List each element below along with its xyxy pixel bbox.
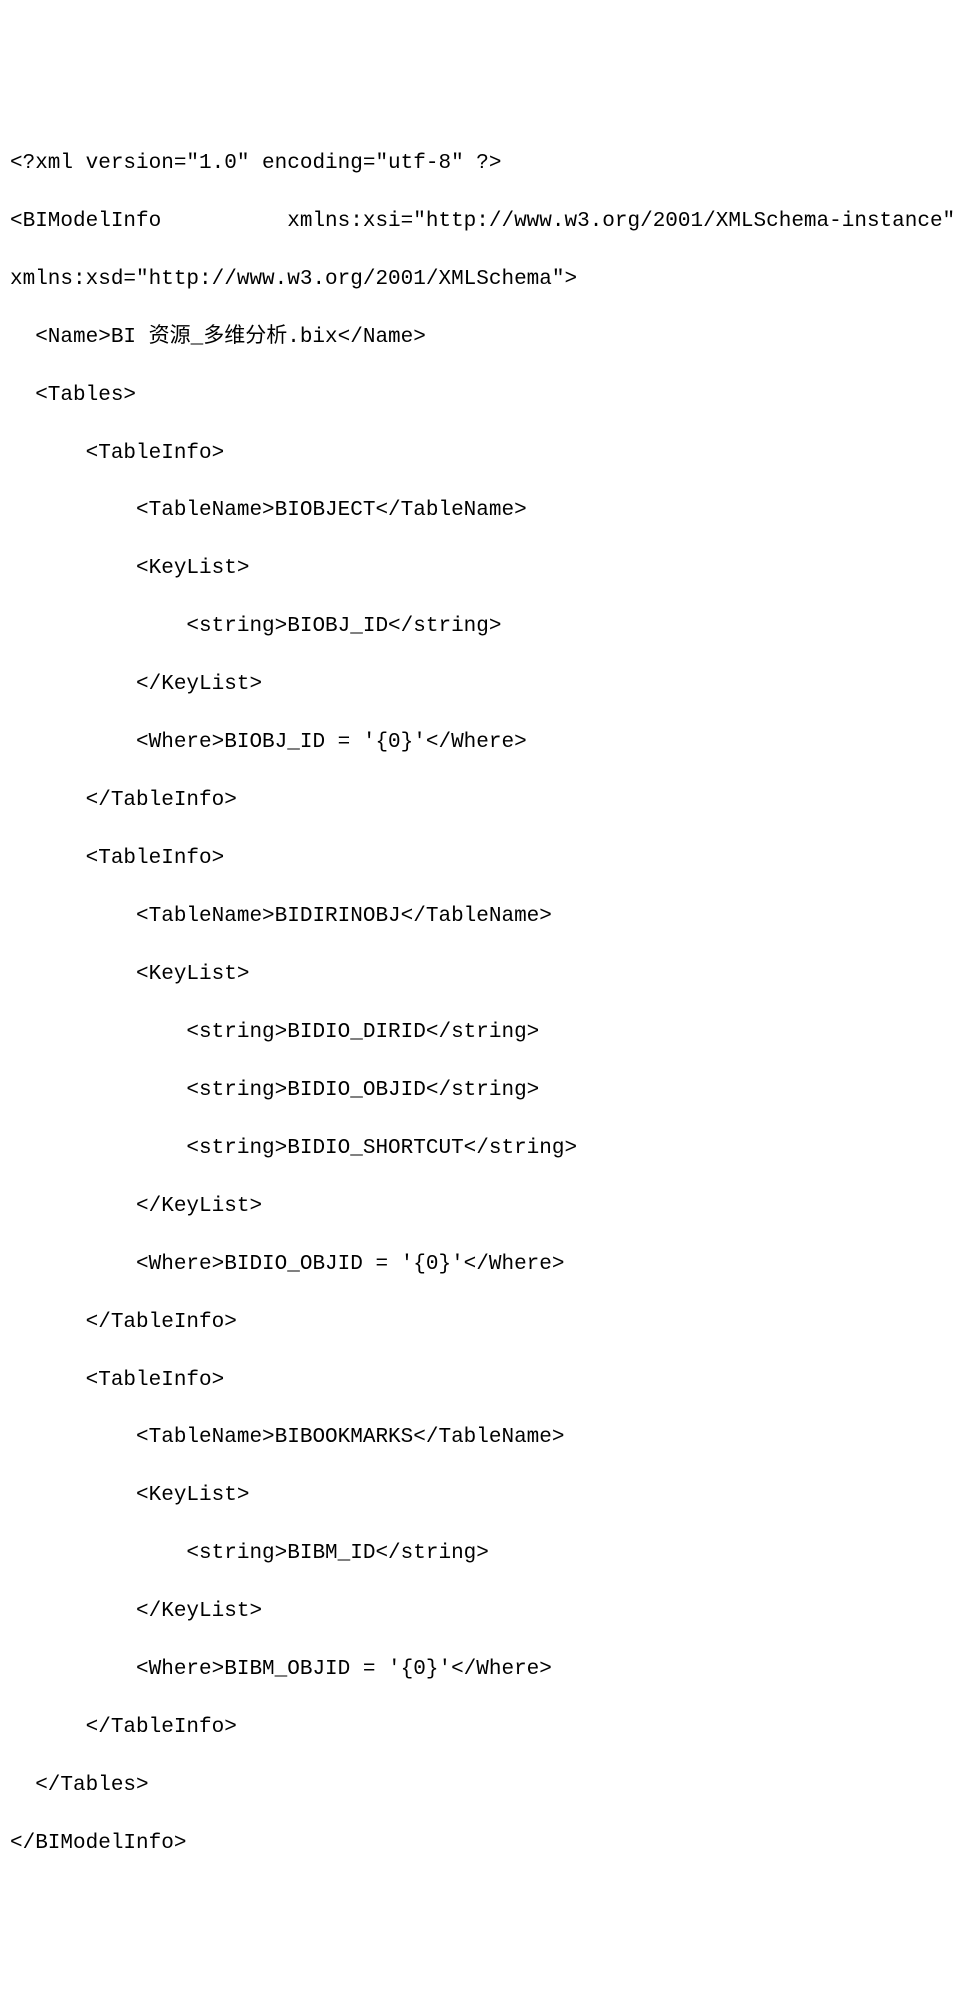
tables-open: <Tables> <box>10 382 951 411</box>
tablename3: <TableName>BIBOOKMARKS</TableName> <box>10 1424 951 1453</box>
keylist1-item1: <string>BIOBJ_ID</string> <box>10 613 951 642</box>
tables-close: </Tables> <box>10 1772 951 1801</box>
root-open-line1: <BIModelInfo xmlns:xsi="http://www.w3.or… <box>10 208 951 237</box>
where3: <Where>BIBM_OBJID = '{0}'</Where> <box>10 1656 951 1685</box>
where2: <Where>BIDIO_OBJID = '{0}'</Where> <box>10 1251 951 1280</box>
tableinfo1-close: </TableInfo> <box>10 787 951 816</box>
root-open-line2: xmlns:xsd="http://www.w3.org/2001/XMLSch… <box>10 266 951 295</box>
keylist2-item3: <string>BIDIO_SHORTCUT</string> <box>10 1135 951 1164</box>
tableinfo3-close: </TableInfo> <box>10 1714 951 1743</box>
keylist1-open: <KeyList> <box>10 555 951 584</box>
keylist3-open: <KeyList> <box>10 1482 951 1511</box>
keylist2-item2: <string>BIDIO_OBJID</string> <box>10 1077 951 1106</box>
tablename1: <TableName>BIOBJECT</TableName> <box>10 497 951 526</box>
xml-declaration: <?xml version="1.0" encoding="utf-8" ?> <box>10 150 951 179</box>
where1: <Where>BIOBJ_ID = '{0}'</Where> <box>10 729 951 758</box>
tableinfo2-open: <TableInfo> <box>10 845 951 874</box>
root-close: </BIModelInfo> <box>10 1830 951 1859</box>
keylist3-item1: <string>BIBM_ID</string> <box>10 1540 951 1569</box>
keylist2-item1: <string>BIDIO_DIRID</string> <box>10 1019 951 1048</box>
keylist2-close: </KeyList> <box>10 1193 951 1222</box>
tableinfo3-open: <TableInfo> <box>10 1367 951 1396</box>
tableinfo2-close: </TableInfo> <box>10 1309 951 1338</box>
keylist1-close: </KeyList> <box>10 671 951 700</box>
tableinfo1-open: <TableInfo> <box>10 440 951 469</box>
tablename2: <TableName>BIDIRINOBJ</TableName> <box>10 903 951 932</box>
xml-code-block: <?xml version="1.0" encoding="utf-8" ?> … <box>10 121 951 1888</box>
keylist2-open: <KeyList> <box>10 961 951 990</box>
name-element: <Name>BI 资源_多维分析.bix</Name> <box>10 324 951 353</box>
keylist3-close: </KeyList> <box>10 1598 951 1627</box>
